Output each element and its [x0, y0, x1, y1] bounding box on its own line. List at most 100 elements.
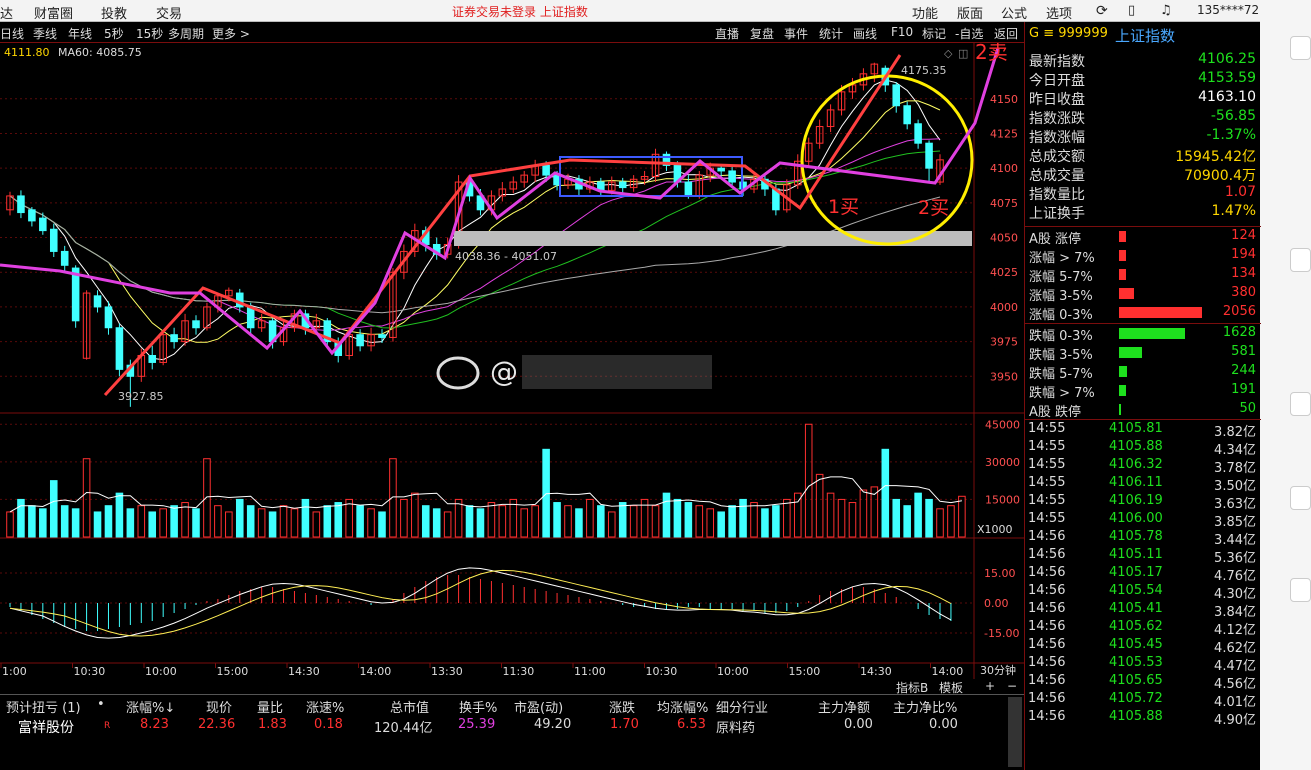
tick-time: 14:55: [1028, 493, 1066, 508]
volume-bar: [936, 508, 944, 538]
refresh-icon[interactable]: ⟳: [1096, 3, 1108, 19]
tool-stats[interactable]: 统计: [819, 25, 843, 42]
account-label[interactable]: 135****726: [1197, 3, 1267, 17]
tick-row: 14:55 4106.19 3.63亿: [1025, 492, 1261, 512]
table-row[interactable]: 富祥股份 R 8.23 22.36 1.83 0.18 120.44亿 25.3…: [0, 715, 1024, 737]
table-header-market-cap[interactable]: 总市值: [390, 697, 429, 716]
table-header-volume-ratio[interactable]: 量比: [257, 697, 283, 716]
volume-bar: [378, 511, 386, 538]
menu-item-wealth-circle[interactable]: 财富圈: [34, 3, 73, 22]
remove-button[interactable]: −: [1007, 679, 1017, 693]
table-header-industry[interactable]: 细分行业: [716, 697, 768, 716]
diamond-icon[interactable]: ◇: [944, 47, 953, 60]
volume-bar: [432, 508, 441, 538]
weibo-icon: [436, 356, 480, 390]
menu-item-layout[interactable]: 版面: [957, 3, 983, 22]
quote-row: 总成交额 15945.42亿: [1025, 145, 1261, 165]
breadth-bar: [1119, 385, 1126, 396]
table-header-pct[interactable]: 涨幅%↓: [126, 697, 175, 716]
add-button[interactable]: +: [985, 679, 995, 693]
tool-events[interactable]: 事件: [784, 25, 808, 42]
breadth-bar: [1119, 347, 1143, 358]
tick-time: 14:56: [1028, 709, 1066, 724]
row-volume-ratio: 1.83: [258, 717, 287, 732]
phone-icon[interactable]: ▯: [1128, 3, 1135, 18]
table-header-turnover[interactable]: 换手%: [459, 697, 497, 716]
period-multi[interactable]: 多周期: [168, 25, 204, 42]
volume-bar: [421, 505, 430, 538]
price-tick-label: 4000: [990, 301, 1018, 314]
candle-body: [28, 209, 36, 222]
quote-value: -1.37%: [1206, 127, 1256, 143]
window-icon[interactable]: ◫: [958, 47, 968, 60]
breadth-row: 跌幅 5-7% 244: [1025, 362, 1261, 382]
tick-price: 4105.45: [1109, 637, 1163, 652]
time-label: 10:30: [646, 665, 678, 678]
volume-bar: [60, 505, 69, 538]
tool-f10[interactable]: F10: [891, 25, 913, 39]
chart-area[interactable]: 45000 30000 15000 15.00 0.00 -15.00 4150 4125…: [0, 40, 1024, 679]
table-header-change[interactable]: 涨跌: [609, 697, 635, 716]
stock-name[interactable]: 富祥股份: [18, 717, 74, 737]
volume-bar: [509, 498, 518, 538]
breadth-bar: [1119, 404, 1121, 415]
table-header-main-net[interactable]: 主力净额: [818, 697, 870, 716]
volume-bar: [82, 458, 91, 538]
period-more[interactable]: 更多 >: [212, 25, 250, 42]
volume-bar: [564, 505, 572, 538]
volume-bar: [607, 511, 616, 538]
candle-body: [542, 164, 550, 176]
menu-item-education[interactable]: 投教: [101, 3, 127, 22]
breadth-label: 跌幅 > 7%: [1029, 386, 1095, 401]
menu-item-options[interactable]: 选项: [1046, 3, 1072, 22]
table-header-speed[interactable]: 涨速%: [306, 697, 344, 716]
table-header-category[interactable]: 预计扭亏 (1): [6, 697, 81, 716]
volume-bar: [717, 511, 725, 538]
tool-live[interactable]: 直播: [715, 25, 739, 42]
candle-body: [192, 320, 200, 329]
breadth-row: 跌幅 0-3% 1628: [1025, 324, 1261, 344]
menu-item-trade[interactable]: 交易: [156, 3, 182, 22]
time-label: 13:30: [431, 665, 463, 678]
bell-icon[interactable]: ♫: [1160, 3, 1172, 18]
red-trend-arrow: [103, 54, 902, 397]
table-scrollbar[interactable]: [1008, 697, 1022, 767]
table-header-main-net-pct[interactable]: 主力净比%: [893, 697, 957, 716]
tool-watchlist[interactable]: -自选: [955, 25, 983, 42]
table-header-avg-pct[interactable]: 均涨幅%: [657, 697, 708, 716]
tool-replay[interactable]: 复盘: [750, 25, 774, 42]
tick-row: 14:56 4105.17 4.76亿: [1025, 564, 1261, 584]
menu-item-function[interactable]: 功能: [912, 3, 938, 22]
time-label: 11:30: [503, 665, 535, 678]
kline-chart[interactable]: 45000 30000 15000 15.00 0.00 -15.00 4150 4125…: [0, 40, 1024, 679]
period-15s[interactable]: 15秒: [136, 25, 163, 42]
quote-row: 上证换手 1.47%: [1025, 202, 1261, 222]
period-quarter[interactable]: 季线: [33, 25, 57, 42]
tool-back[interactable]: 返回: [994, 25, 1018, 42]
volume-bar: [498, 505, 507, 538]
volume-bar: [214, 505, 222, 538]
table-header-price[interactable]: 现价: [206, 697, 232, 716]
buy1-label: 1买: [828, 196, 859, 218]
menu-item-formula[interactable]: 公式: [1001, 3, 1027, 22]
tool-draw[interactable]: 画线: [853, 25, 877, 42]
volume-bar: [367, 508, 375, 538]
tick-row: 14:56 4105.65 4.56亿: [1025, 672, 1261, 692]
volume-bar: [848, 502, 857, 538]
low-label: 3927.85: [118, 390, 164, 403]
quote-label: 指数量比: [1029, 187, 1085, 203]
time-label: 10:00: [145, 665, 177, 678]
table-header-pe[interactable]: 市盈(动): [514, 697, 563, 716]
breadth-value: 1628: [1222, 325, 1256, 340]
period-daily[interactable]: 日线: [0, 25, 24, 42]
breadth-value: 191: [1231, 382, 1256, 397]
volume-bar: [192, 508, 200, 538]
breadth-value: 581: [1231, 344, 1256, 359]
menu-item-0[interactable]: 达: [0, 3, 13, 22]
period-5s[interactable]: 5秒: [104, 25, 124, 42]
tool-mark[interactable]: 标记: [922, 25, 946, 42]
candle-body: [378, 334, 386, 338]
volume-bar: [739, 498, 747, 538]
tick-price: 4105.54: [1109, 583, 1163, 598]
period-year[interactable]: 年线: [68, 25, 92, 42]
